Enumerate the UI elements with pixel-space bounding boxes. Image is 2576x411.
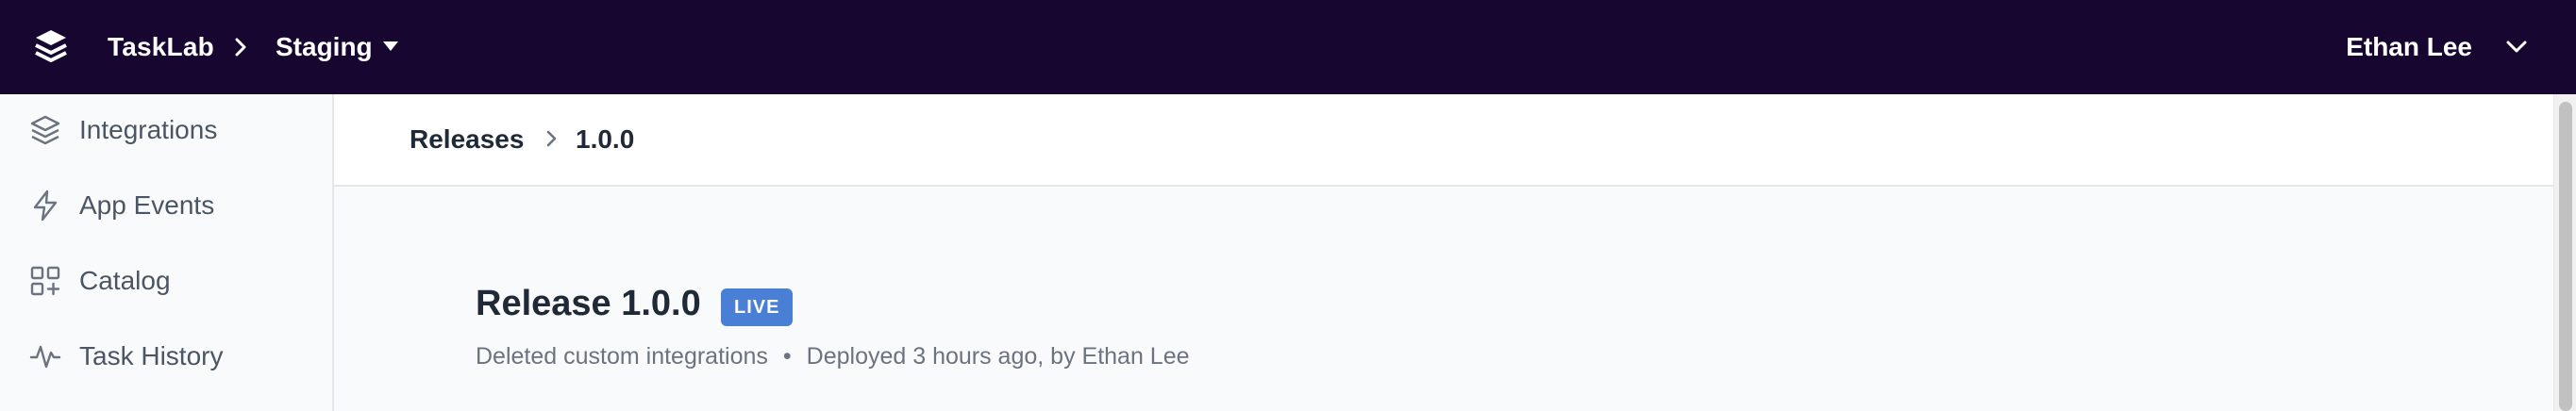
breadcrumb-releases-link[interactable]: Releases bbox=[410, 121, 524, 158]
chevron-right-icon bbox=[235, 38, 246, 57]
release-description: Deleted custom integrations bbox=[476, 343, 768, 370]
chevron-right-icon bbox=[546, 130, 557, 147]
layers-icon bbox=[30, 115, 60, 145]
user-menu[interactable]: Ethan Lee bbox=[2293, 0, 2576, 94]
stack-layers-icon[interactable] bbox=[28, 25, 74, 70]
sidebar-item-label: Integrations bbox=[79, 115, 218, 144]
vertical-scrollbar[interactable] bbox=[2553, 94, 2576, 411]
top-navigation-bar: TaskLab Staging Ethan Lee bbox=[0, 0, 2576, 94]
page-title: Release 1.0.0 bbox=[476, 284, 701, 323]
sidebar-item-label: Catalog bbox=[79, 266, 171, 295]
meta-separator: • bbox=[782, 343, 792, 370]
sidebar: Integrations App Events Catalog Task His… bbox=[0, 94, 334, 411]
chevron-down-icon[interactable] bbox=[2504, 36, 2529, 58]
user-name[interactable]: Ethan Lee bbox=[2346, 28, 2472, 66]
caret-down-icon[interactable] bbox=[381, 40, 400, 53]
sidebar-item-integrations[interactable]: Integrations bbox=[0, 94, 332, 170]
breadcrumb: Releases 1.0.0 bbox=[334, 94, 2553, 187]
deploy-info: Deployed 3 hours ago, by Ethan Lee bbox=[806, 343, 1190, 370]
release-meta: Deleted custom integrations • Deployed 3 h… bbox=[476, 339, 1190, 373]
sidebar-item-task-history[interactable]: Task History bbox=[0, 321, 332, 396]
breadcrumb-current: 1.0.0 bbox=[576, 124, 635, 154]
app-name-link[interactable]: TaskLab bbox=[108, 28, 214, 66]
sidebar-item-label: App Events bbox=[79, 190, 215, 220]
main-content: Releases 1.0.0 Release 1.0.0 LIVE Delete… bbox=[334, 94, 2553, 411]
environment-selector[interactable]: Staging bbox=[276, 28, 373, 66]
grid-plus-icon bbox=[30, 266, 60, 296]
scrollbar-thumb[interactable] bbox=[2559, 102, 2572, 411]
status-badge: LIVE bbox=[721, 288, 794, 326]
activity-icon bbox=[29, 345, 61, 369]
sidebar-item-label: Task History bbox=[79, 341, 224, 370]
bolt-icon bbox=[33, 189, 58, 222]
sidebar-item-catalog[interactable]: Catalog bbox=[0, 245, 332, 321]
sidebar-item-app-events[interactable]: App Events bbox=[0, 170, 332, 245]
